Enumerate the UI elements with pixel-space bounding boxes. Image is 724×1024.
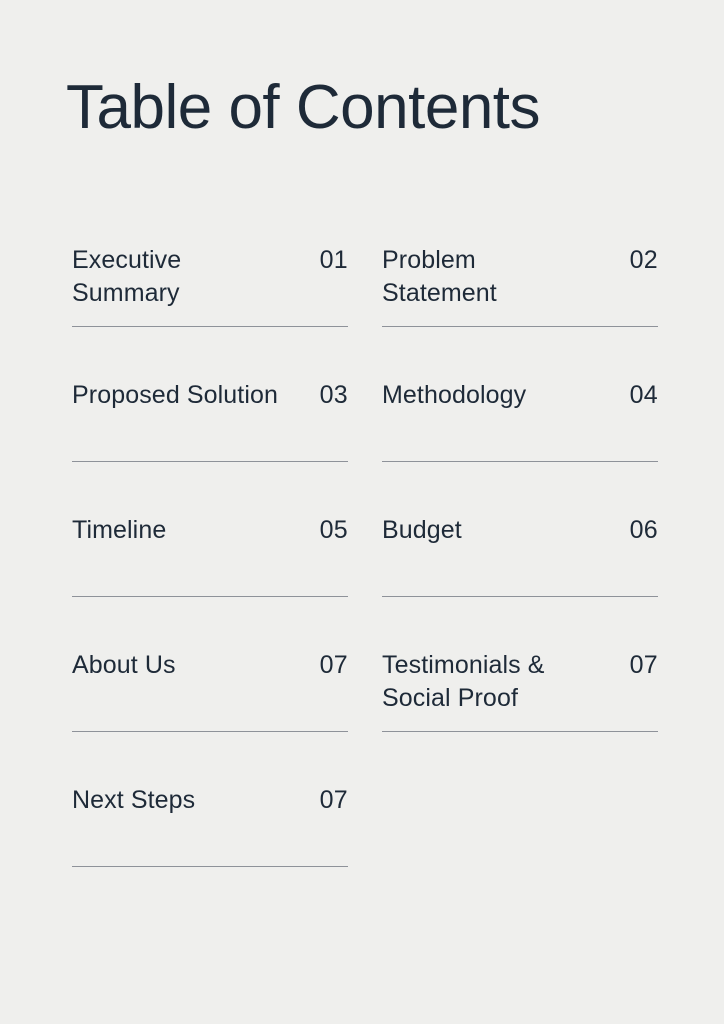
table-of-contents-page: Table of Contents Executive Summary 01 P… <box>0 0 724 1024</box>
toc-row: About Us 07 Testimonials & Social Proof … <box>72 643 658 778</box>
toc-entry-page-number: 06 <box>629 516 658 544</box>
toc-entry-label: Timeline <box>72 516 167 544</box>
toc-entry-label: Proposed Solution <box>72 381 279 409</box>
toc-entry-page-number: 04 <box>629 381 658 409</box>
toc-row: Proposed Solution 03 Methodology 04 <box>72 373 658 508</box>
toc-entry-content: Problem Statement 02 <box>382 238 658 310</box>
toc-entry-label: Methodology <box>382 381 527 409</box>
toc-entry-page-number: 07 <box>319 786 348 814</box>
toc-entry-content: Next Steps 07 <box>72 778 348 817</box>
toc-entry-testimonials-social-proof[interactable]: Testimonials & Social Proof 07 <box>382 643 658 778</box>
page-title: Table of Contents <box>66 73 541 142</box>
toc-entry-divider <box>72 461 348 462</box>
toc-entry-content: Proposed Solution 03 <box>72 373 348 412</box>
toc-entry-executive-summary[interactable]: Executive Summary 01 <box>72 238 348 373</box>
toc-entry-content: Timeline 05 <box>72 508 348 547</box>
toc-entry-budget[interactable]: Budget 06 <box>382 508 658 643</box>
toc-entry-page-number: 01 <box>319 246 348 274</box>
toc-entry-empty-slot <box>382 778 658 913</box>
toc-entry-divider <box>382 596 658 597</box>
toc-entry-divider <box>72 731 348 732</box>
toc-row: Next Steps 07 <box>72 778 658 913</box>
toc-entry-content: About Us 07 <box>72 643 348 682</box>
toc-entry-divider <box>72 326 348 327</box>
toc-entry-label: About Us <box>72 651 176 679</box>
toc-entry-page-number: 02 <box>629 246 658 274</box>
toc-entry-label: Problem Statement <box>382 246 497 307</box>
toc-entry-problem-statement[interactable]: Problem Statement 02 <box>382 238 658 373</box>
toc-row: Timeline 05 Budget 06 <box>72 508 658 643</box>
toc-entry-divider <box>72 866 348 867</box>
toc-entry-divider <box>382 326 658 327</box>
toc-entry-divider <box>382 461 658 462</box>
toc-entry-about-us[interactable]: About Us 07 <box>72 643 348 778</box>
toc-entry-methodology[interactable]: Methodology 04 <box>382 373 658 508</box>
toc-entry-label: Budget <box>382 516 462 544</box>
toc-entry-proposed-solution[interactable]: Proposed Solution 03 <box>72 373 348 508</box>
toc-entry-label: Executive Summary <box>72 246 182 307</box>
toc-entry-page-number: 03 <box>319 381 348 409</box>
toc-entry-divider <box>382 731 658 732</box>
toc-entry-content: Methodology 04 <box>382 373 658 412</box>
toc-entry-page-number: 05 <box>319 516 348 544</box>
toc-entry-content: Budget 06 <box>382 508 658 547</box>
toc-entry-label: Testimonials & Social Proof <box>382 651 545 712</box>
toc-entry-content: Testimonials & Social Proof 07 <box>382 643 658 715</box>
toc-row: Executive Summary 01 Problem Statement 0… <box>72 238 658 373</box>
toc-entry-page-number: 07 <box>319 651 348 679</box>
toc-entry-next-steps[interactable]: Next Steps 07 <box>72 778 348 913</box>
toc-entry-page-number: 07 <box>629 651 658 679</box>
toc-entry-timeline[interactable]: Timeline 05 <box>72 508 348 643</box>
toc-entry-content: Executive Summary 01 <box>72 238 348 310</box>
table-of-contents-grid: Executive Summary 01 Problem Statement 0… <box>72 238 658 913</box>
toc-entry-divider <box>72 596 348 597</box>
toc-entry-label: Next Steps <box>72 786 196 814</box>
